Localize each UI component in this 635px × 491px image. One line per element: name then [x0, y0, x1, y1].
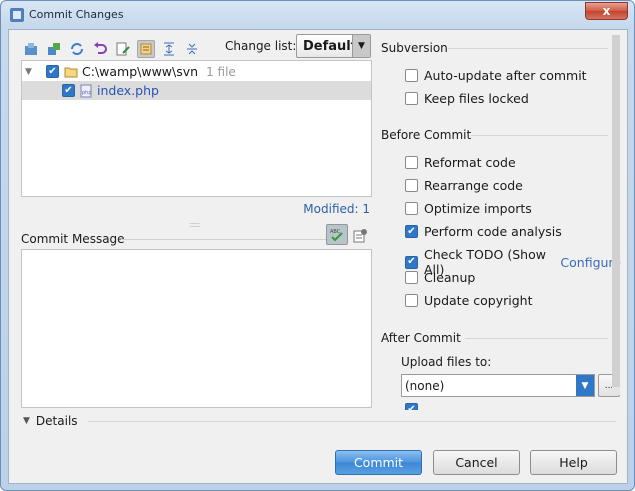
root-path: C:\wamp\www\svn	[82, 64, 199, 79]
splitter-handle[interactable]: ::::::	[189, 220, 200, 229]
message-history-icon[interactable]	[352, 228, 368, 244]
spellcheck-icon: ABC	[330, 229, 343, 241]
option-label: Auto-update after commit	[424, 68, 587, 83]
option-label: Keep files locked	[424, 91, 529, 106]
title-bar: Commit Changes x	[1, 1, 634, 29]
check-todo-checkbox[interactable]	[405, 255, 418, 269]
window-title: Commit Changes	[29, 8, 124, 21]
dialog-body: Change list: Default ▼ ▼ C:\wamp\www\svn…	[8, 29, 628, 484]
help-button[interactable]: Help	[530, 450, 617, 475]
option-auto-update[interactable]: Auto-update after commit	[405, 68, 587, 83]
file-checkbox[interactable]	[62, 84, 75, 97]
subversion-heading: Subversion	[381, 41, 448, 55]
after-commit-heading: After Commit	[381, 331, 461, 345]
cleanup-checkbox[interactable]	[405, 271, 418, 284]
root-file-count: 1 file	[206, 64, 236, 79]
commit-dialog: Commit Changes x Change list: Default ▼ …	[0, 0, 635, 491]
root-checkbox[interactable]	[46, 65, 59, 78]
always-upload-checkbox[interactable]	[405, 403, 418, 410]
divider	[448, 48, 608, 49]
update-copyright-checkbox[interactable]	[405, 294, 418, 307]
chevron-down-icon[interactable]: ▼	[352, 35, 370, 57]
option-optimize-imports[interactable]: Optimize imports	[405, 201, 532, 216]
divider	[465, 338, 608, 339]
chevron-down-icon[interactable]: ▼	[576, 375, 594, 396]
option-label: Reformat code	[424, 155, 516, 170]
php-file-icon: php	[80, 84, 92, 98]
collapse-all-icon[interactable]	[183, 40, 201, 58]
close-button[interactable]: x	[585, 2, 628, 20]
before-commit-heading: Before Commit	[381, 128, 472, 142]
option-label: Update copyright	[424, 293, 533, 308]
changelist-dropdown[interactable]: Default ▼	[296, 34, 371, 58]
changes-tree[interactable]: ▼ C:\wamp\www\svn 1 file php index.php	[21, 60, 372, 197]
modified-count-link[interactable]: Modified: 1	[303, 202, 370, 216]
options-scrollbar[interactable]	[612, 35, 620, 395]
cancel-button[interactable]: Cancel	[433, 450, 520, 475]
svg-text:php: php	[82, 90, 92, 96]
option-label: Rearrange code	[424, 178, 523, 193]
expand-arrow-icon[interactable]: ▼	[25, 67, 39, 77]
details-label: Details	[35, 414, 78, 428]
expand-arrow-icon: ▼	[23, 416, 30, 426]
details-toggle[interactable]: ▼ Details	[23, 414, 78, 428]
option-label: Cleanup	[424, 270, 476, 285]
group-icon[interactable]	[137, 40, 155, 58]
tree-file-row[interactable]: php index.php	[22, 81, 371, 100]
folder-icon	[64, 66, 78, 78]
code-analysis-checkbox[interactable]	[405, 225, 418, 238]
tree-root-row[interactable]: ▼ C:\wamp\www\svn 1 file	[22, 62, 371, 81]
options-panel: Subversion Auto-update after commit Keep…	[381, 30, 621, 410]
commit-button[interactable]: Commit	[335, 450, 422, 475]
changelist-value: Default	[303, 39, 357, 54]
commit-message-input[interactable]	[21, 249, 372, 408]
option-update-copyright[interactable]: Update copyright	[405, 293, 532, 308]
refresh-icon[interactable]	[68, 40, 86, 58]
reformat-checkbox[interactable]	[405, 156, 418, 169]
commit-message-label: Commit Message	[21, 232, 125, 246]
changes-toolbar	[22, 38, 206, 60]
divider	[88, 421, 616, 422]
option-rearrange[interactable]: Rearrange code	[405, 178, 523, 193]
file-name: index.php	[97, 83, 159, 98]
option-reformat[interactable]: Reformat code	[405, 155, 516, 170]
scrollbar-thumb[interactable]	[612, 35, 620, 387]
option-label: Optimize imports	[424, 201, 532, 216]
upload-value: (none)	[405, 379, 445, 393]
branch-icon[interactable]	[45, 40, 63, 58]
app-icon	[9, 7, 25, 23]
option-code-analysis[interactable]: Perform code analysis	[405, 224, 562, 239]
rearrange-checkbox[interactable]	[405, 179, 418, 192]
option-cleanup[interactable]: Cleanup	[405, 270, 475, 285]
svg-text:ABC: ABC	[330, 229, 341, 235]
divider	[121, 239, 326, 240]
changelist-label: Change list:	[225, 39, 297, 53]
commit-icon[interactable]	[22, 40, 40, 58]
auto-update-checkbox[interactable]	[405, 69, 418, 82]
upload-server-dropdown[interactable]: (none) ▼	[401, 374, 595, 397]
rollback-icon[interactable]	[91, 40, 109, 58]
expand-all-icon[interactable]	[160, 40, 178, 58]
spellcheck-button[interactable]: ABC	[326, 224, 348, 245]
edit-icon[interactable]	[114, 40, 132, 58]
optimize-imports-checkbox[interactable]	[405, 202, 418, 215]
partial-checkbox-row	[405, 403, 545, 410]
divider	[471, 135, 608, 136]
upload-label: Upload files to:	[401, 355, 492, 369]
keep-locked-checkbox[interactable]	[405, 92, 418, 105]
option-label: Perform code analysis	[424, 224, 562, 239]
option-keep-locked[interactable]: Keep files locked	[405, 91, 529, 106]
